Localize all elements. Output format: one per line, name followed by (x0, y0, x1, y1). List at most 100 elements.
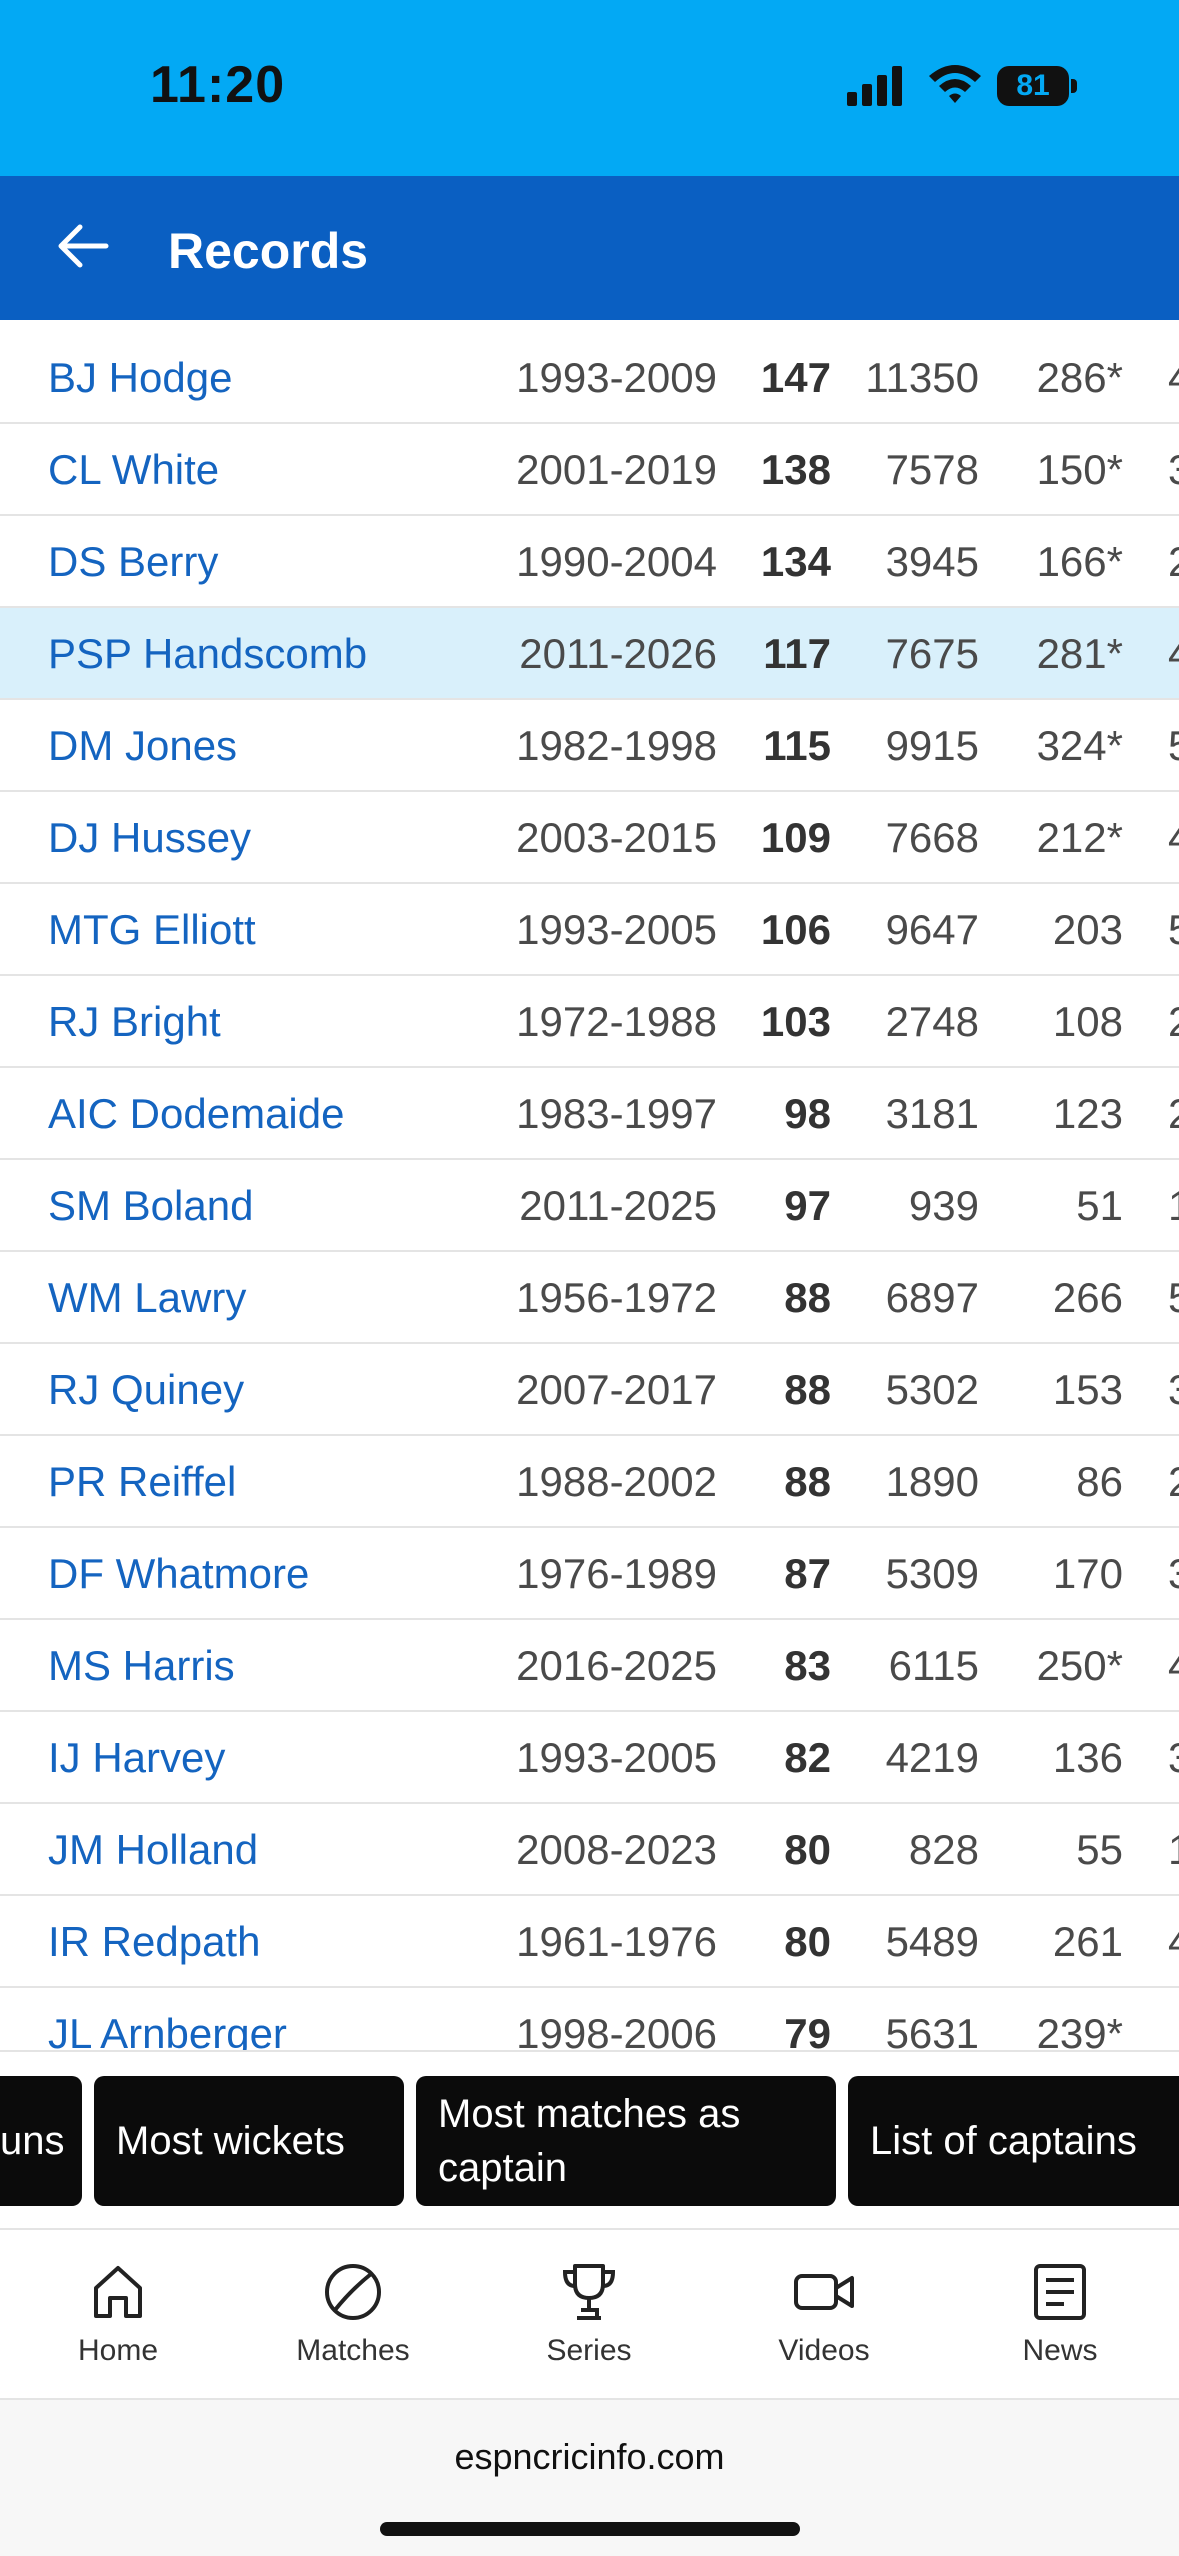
nav-news[interactable]: News (970, 2260, 1150, 2380)
table-row[interactable]: RJ Bright 1972-1988 103 2748 108 2 (0, 976, 1179, 1068)
battery-level: 81 (1016, 69, 1050, 102)
career-span: 1990-2004 (516, 538, 717, 585)
player-name[interactable]: PR Reiffel (48, 1458, 236, 1506)
home-indicator[interactable] (380, 2522, 800, 2536)
matches-count: 83 (784, 1642, 831, 1689)
player-name[interactable]: AIC Dodemaide (48, 1090, 344, 1138)
next-column-value: 4 (1168, 1642, 1179, 1690)
highest-score: 212* (1036, 814, 1123, 861)
matches-count: 79 (784, 2010, 831, 2050)
next-column-value: 2 (1168, 1458, 1179, 1506)
nav-series[interactable]: Series (499, 2260, 679, 2380)
next-column-value: 5 (1168, 906, 1179, 954)
next-column-value: 4 (1168, 814, 1179, 862)
runs-total: 11350 (865, 354, 979, 401)
table-row[interactable]: PSP Handscomb 2011-2026 117 7675 281* 4 (0, 608, 1179, 700)
table-row[interactable]: BJ Hodge 1993-2009 147 11350 286* 4 (0, 332, 1179, 424)
table-row[interactable]: JL Arnberger 1998-2006 79 5631 239* (0, 1988, 1179, 2050)
player-name[interactable]: IR Redpath (48, 1918, 260, 1966)
player-name[interactable]: DF Whatmore (48, 1550, 309, 1598)
table-row[interactable]: MTG Elliott 1993-2005 106 9647 203 5 (0, 884, 1179, 976)
matches-count: 87 (784, 1550, 831, 1597)
nav-matches[interactable]: Matches (263, 2260, 443, 2380)
chip-list-of-captains[interactable]: List of captains (848, 2076, 1179, 2206)
chip-most-runs[interactable]: uns (0, 2076, 82, 2206)
runs-total: 5302 (885, 1366, 979, 1413)
player-name[interactable]: JM Holland (48, 1826, 258, 1874)
career-span: 1961-1976 (516, 1918, 717, 1965)
career-span: 2011-2025 (519, 1182, 717, 1229)
highest-score: 239* (1036, 2010, 1123, 2050)
player-name[interactable]: DM Jones (48, 722, 237, 770)
career-span: 1988-2002 (516, 1458, 717, 1505)
career-span: 1993-2005 (516, 1734, 717, 1781)
table-row[interactable]: SM Boland 2011-2025 97 939 51 1 (0, 1160, 1179, 1252)
back-arrow-icon[interactable] (52, 216, 112, 276)
next-column-value: 4 (1168, 630, 1179, 678)
url-text[interactable]: espncricinfo.com (0, 2436, 1179, 2478)
matches-count: 103 (760, 998, 831, 1045)
career-span: 1982-1998 (516, 722, 717, 769)
player-name[interactable]: WM Lawry (48, 1274, 246, 1322)
table-row[interactable]: DF Whatmore 1976-1989 87 5309 170 3 (0, 1528, 1179, 1620)
career-span: 2016-2025 (516, 1642, 717, 1689)
table-row[interactable]: WM Lawry 1956-1972 88 6897 266 5 (0, 1252, 1179, 1344)
related-records-chips: uns Most wickets Most matches as captain… (0, 2050, 1179, 2230)
matches-count: 106 (760, 906, 831, 953)
matches-count: 88 (784, 1366, 831, 1413)
wifi-icon (929, 65, 981, 103)
matches-count: 97 (784, 1182, 831, 1229)
career-span: 1998-2006 (516, 2010, 717, 2050)
player-name[interactable]: CL White (48, 446, 219, 494)
battery-icon: 81 (997, 66, 1077, 106)
matches-count: 138 (760, 446, 831, 493)
next-column-value: 1 (1168, 1182, 1179, 1230)
player-name[interactable]: JL Arnberger (48, 2010, 287, 2050)
runs-total: 1890 (885, 1458, 979, 1505)
table-row[interactable]: PR Reiffel 1988-2002 88 1890 86 2 (0, 1436, 1179, 1528)
nav-home[interactable]: Home (28, 2260, 208, 2380)
career-span: 1983-1997 (516, 1090, 717, 1137)
nav-label: News (1022, 2334, 1098, 2367)
player-name[interactable]: DS Berry (48, 538, 218, 586)
highest-score: 261 (1052, 1918, 1123, 1965)
highest-score: 51 (1076, 1182, 1123, 1229)
table-row[interactable]: AIC Dodemaide 1983-1997 98 3181 123 2 (0, 1068, 1179, 1160)
runs-total: 9647 (885, 906, 979, 953)
player-name[interactable]: SM Boland (48, 1182, 253, 1230)
player-name[interactable]: RJ Bright (48, 998, 221, 1046)
chip-most-matches-as-captain[interactable]: Most matches as captain (416, 2076, 836, 2206)
highest-score: 86 (1076, 1458, 1123, 1505)
table-row[interactable]: MS Harris 2016-2025 83 6115 250* 4 (0, 1620, 1179, 1712)
page-title: Records (168, 223, 369, 279)
next-column-value: 2 (1168, 538, 1179, 586)
chip-most-wickets[interactable]: Most wickets (94, 2076, 404, 2206)
table-row[interactable]: IJ Harvey 1993-2005 82 4219 136 3 (0, 1712, 1179, 1804)
career-span: 1993-2009 (516, 354, 717, 401)
highest-score: 123 (1052, 1090, 1123, 1137)
player-name[interactable]: PSP Handscomb (48, 630, 367, 678)
player-name[interactable]: DJ Hussey (48, 814, 251, 862)
cellular-signal-icon (847, 66, 902, 106)
player-name[interactable]: RJ Quiney (48, 1366, 244, 1414)
table-row[interactable]: JM Holland 2008-2023 80 828 55 1 (0, 1804, 1179, 1896)
nav-videos[interactable]: Videos (734, 2260, 914, 2380)
table-row[interactable]: CL White 2001-2019 138 7578 150* 3 (0, 424, 1179, 516)
player-name[interactable]: MTG Elliott (48, 906, 256, 954)
player-name[interactable]: IJ Harvey (48, 1734, 225, 1782)
player-name[interactable]: BJ Hodge (48, 354, 232, 402)
runs-total: 9915 (885, 722, 979, 769)
next-column-value: 3 (1168, 446, 1179, 494)
table-row[interactable]: DJ Hussey 2003-2015 109 7668 212* 4 (0, 792, 1179, 884)
nav-label: Home (77, 2334, 159, 2367)
career-span: 2008-2023 (516, 1826, 717, 1873)
next-column-value: 4 (1168, 1918, 1179, 1966)
table-row[interactable]: DM Jones 1982-1998 115 9915 324* 5 (0, 700, 1179, 792)
matches-count: 109 (760, 814, 831, 861)
highest-score: 136 (1052, 1734, 1123, 1781)
highest-score: 203 (1052, 906, 1123, 953)
table-row[interactable]: IR Redpath 1961-1976 80 5489 261 4 (0, 1896, 1179, 1988)
table-row[interactable]: RJ Quiney 2007-2017 88 5302 153 3 (0, 1344, 1179, 1436)
player-name[interactable]: MS Harris (48, 1642, 235, 1690)
table-row[interactable]: DS Berry 1990-2004 134 3945 166* 2 (0, 516, 1179, 608)
